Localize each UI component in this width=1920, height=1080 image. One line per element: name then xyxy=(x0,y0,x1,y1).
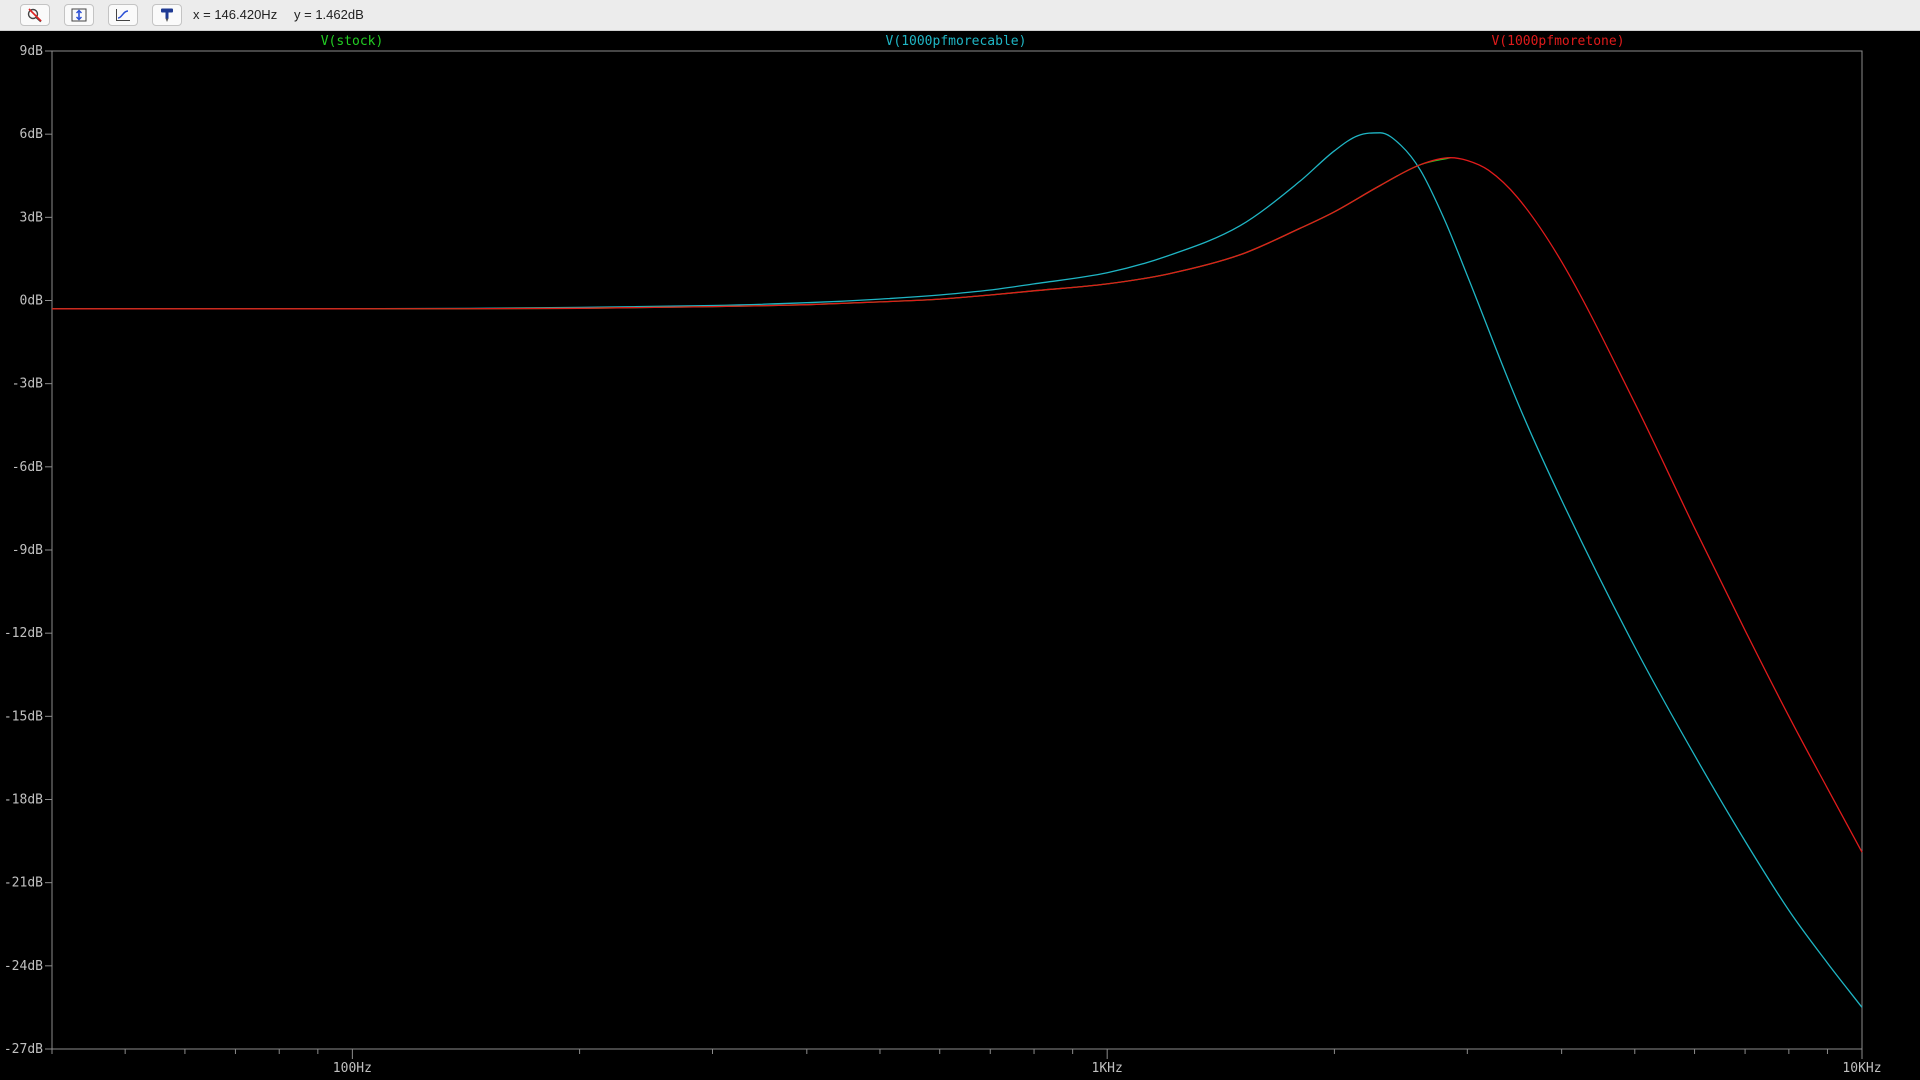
x-tick-label: 100Hz xyxy=(333,1061,372,1076)
cursor-probe-button[interactable] xyxy=(152,4,182,26)
y-tick-label: 0dB xyxy=(20,294,44,309)
y-tick-label: -9dB xyxy=(12,543,43,558)
legend-label: V(1000pfmoretone) xyxy=(1491,34,1624,49)
y-tick-label: -24dB xyxy=(4,959,43,974)
zoom-cancel-button[interactable] xyxy=(20,4,50,26)
autorange-x-icon xyxy=(116,9,130,21)
y-tick-label: 9dB xyxy=(20,44,44,59)
y-tick-label: 3dB xyxy=(20,210,44,225)
x-tick-label: 1KHz xyxy=(1092,1061,1123,1076)
zoom-cancel-icon xyxy=(27,8,42,23)
y-tick-label: -27dB xyxy=(4,1042,43,1057)
bode-plot[interactable]: 9dB 6dB 3dB 0dB -3dB -6dB -9dB -12dB -15dB -18dB -… xyxy=(0,31,1920,1080)
autorange-x-button[interactable] xyxy=(108,4,138,26)
plot-background xyxy=(0,31,1920,1080)
y-tick-label: -6dB xyxy=(12,460,43,475)
plot-toolbar: x = 146.420Hz y = 1.462dB xyxy=(0,0,1920,31)
y-cursor-readout: y = 1.462dB xyxy=(294,7,364,22)
y-tick-label: -12dB xyxy=(4,626,43,641)
probe-icon xyxy=(161,8,173,22)
x-tick-label: 10KHz xyxy=(1842,1061,1881,1076)
legend-label: V(stock) xyxy=(321,34,384,49)
legend-label: V(1000pfmorecable) xyxy=(886,34,1027,49)
y-tick-label: -18dB xyxy=(4,793,43,808)
y-tick-label: 6dB xyxy=(20,127,44,142)
autorange-y-icon xyxy=(71,8,87,22)
y-tick-label: -3dB xyxy=(12,377,43,392)
y-tick-label: -21dB xyxy=(4,876,43,891)
autorange-y-button[interactable] xyxy=(64,4,94,26)
y-tick-label: -15dB xyxy=(4,709,43,724)
x-cursor-readout: x = 146.420Hz xyxy=(193,7,278,22)
